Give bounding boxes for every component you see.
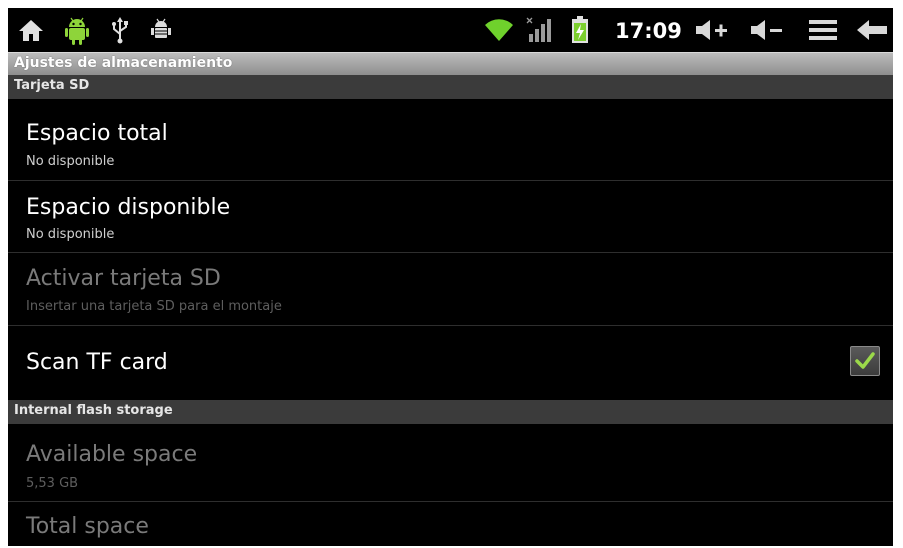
pref-title: Total space	[26, 514, 149, 539]
pref-summary: Insertar una tarjeta SD para el montaje	[26, 299, 282, 314]
pref-summary: 5,53 GB	[26, 476, 79, 491]
pref-mount-sd[interactable]: Activar tarjeta SD Insertar una tarjeta …	[8, 253, 893, 326]
device-screen: 17:09 Ajustes de almacenamiento Tarjeta …	[8, 8, 893, 546]
battery-charging-icon	[568, 14, 592, 46]
section-header-label: Tarjeta SD	[14, 78, 90, 93]
android-icon	[60, 14, 94, 46]
section-header-label: Internal flash storage	[14, 403, 173, 418]
menu-icon[interactable]	[806, 14, 840, 46]
pref-available-space-sd: Espacio disponible No disponible	[8, 181, 893, 253]
pref-summary: No disponible	[26, 227, 115, 242]
pref-title: Scan TF card	[26, 350, 168, 375]
pref-summary: No disponible	[26, 154, 115, 169]
section-header-sd: Tarjeta SD	[8, 75, 893, 99]
back-icon[interactable]	[855, 14, 889, 46]
pref-title: Activar tarjeta SD	[26, 266, 221, 291]
pref-title: Espacio disponible	[26, 195, 231, 220]
section-header-internal: Internal flash storage	[8, 400, 893, 424]
pref-title: Available space	[26, 442, 198, 467]
checkmark-icon	[855, 352, 875, 369]
page-title: Ajustes de almacenamiento	[14, 55, 233, 71]
volume-up-icon[interactable]	[693, 14, 731, 46]
volume-down-icon[interactable]	[748, 14, 786, 46]
pref-total-space-internal: Total space	[8, 502, 893, 546]
status-bar: 17:09	[8, 8, 893, 52]
pref-available-space-internal: Available space 5,53 GB	[8, 424, 893, 502]
scan-tf-card-checkbox[interactable]	[850, 346, 880, 376]
pref-total-space-sd: Espacio total No disponible	[8, 99, 893, 181]
pref-title: Espacio total	[26, 121, 168, 146]
debug-icon	[148, 14, 174, 46]
pref-scan-tf-card[interactable]: Scan TF card	[8, 326, 893, 400]
wifi-icon	[482, 14, 516, 46]
signal-icon	[524, 14, 554, 46]
status-clock: 17:09	[615, 19, 682, 43]
usb-icon	[108, 14, 132, 46]
home-icon[interactable]	[16, 14, 46, 46]
title-bar: Ajustes de almacenamiento	[8, 52, 893, 75]
